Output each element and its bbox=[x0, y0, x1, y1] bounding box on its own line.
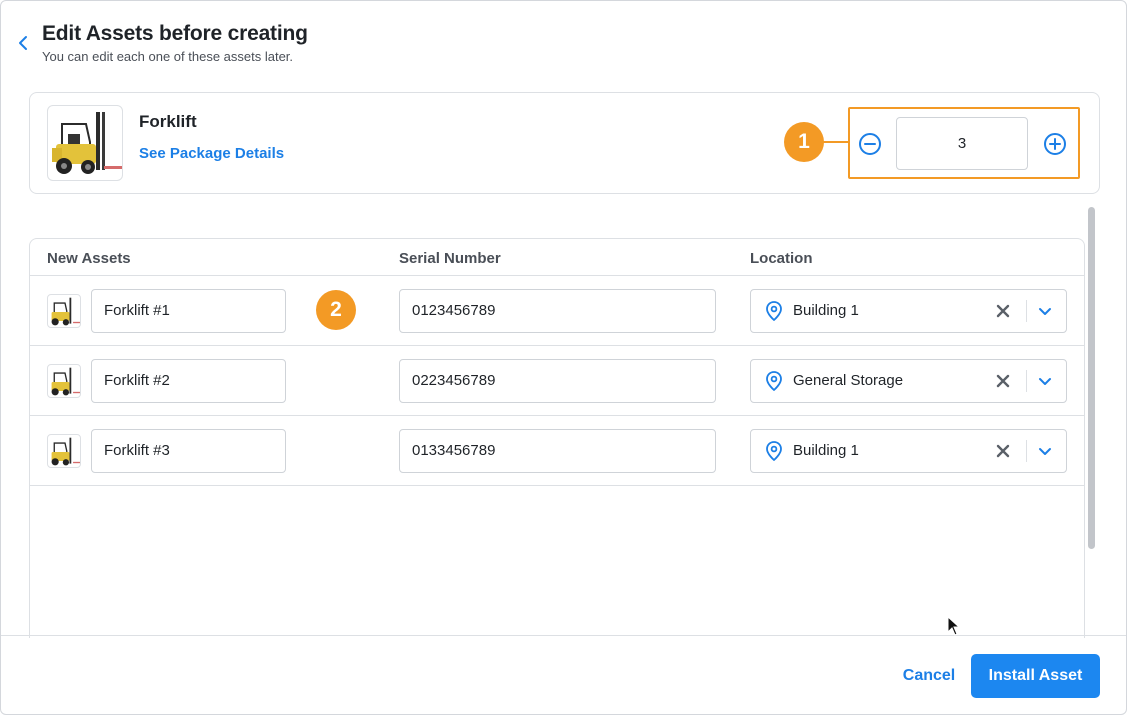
mouse-pointer-icon bbox=[947, 616, 961, 636]
column-header-serial-number: Serial Number bbox=[399, 250, 501, 267]
page-subtitle: You can edit each one of these assets la… bbox=[42, 49, 294, 64]
asset-thumbnail bbox=[47, 294, 81, 328]
product-name: Forklift bbox=[139, 112, 197, 131]
install-asset-button[interactable]: Install Asset bbox=[971, 654, 1100, 698]
divider bbox=[1026, 300, 1027, 322]
see-package-details-link[interactable]: See Package Details bbox=[139, 145, 284, 162]
serial-number-input[interactable]: 0123456789 bbox=[399, 289, 716, 333]
plus-circle-icon bbox=[1044, 133, 1066, 155]
map-pin-icon bbox=[766, 371, 782, 391]
map-pin-icon bbox=[766, 301, 782, 321]
callout-badge-1: 1 bbox=[784, 122, 824, 162]
asset-thumbnail bbox=[47, 364, 81, 398]
column-header-location: Location bbox=[750, 250, 813, 267]
edit-assets-dialog: Edit Assets before creating You can edit… bbox=[0, 0, 1127, 715]
decrease-quantity-button[interactable] bbox=[858, 132, 882, 156]
asset-name-input[interactable]: Forklift #1 bbox=[91, 289, 286, 333]
quantity-input[interactable]: 3 bbox=[896, 117, 1028, 170]
scrollbar[interactable] bbox=[1086, 205, 1098, 625]
chevron-down-icon[interactable] bbox=[1037, 443, 1053, 459]
location-value: General Storage bbox=[793, 372, 904, 389]
column-header-new-assets: New Assets bbox=[47, 250, 131, 267]
table-row: Forklift #2 0223456789 General Storage bbox=[30, 346, 1084, 416]
table-row: Forklift #1 0123456789 Building 1 bbox=[30, 276, 1084, 346]
divider bbox=[1026, 440, 1027, 462]
divider bbox=[1026, 370, 1027, 392]
map-pin-icon bbox=[766, 441, 782, 461]
location-select[interactable]: General Storage bbox=[750, 359, 1067, 403]
chevron-left-icon bbox=[19, 36, 27, 50]
close-icon[interactable] bbox=[995, 443, 1011, 459]
close-icon[interactable] bbox=[995, 303, 1011, 319]
callout-connector bbox=[823, 141, 849, 143]
asset-name-input[interactable]: Forklift #3 bbox=[91, 429, 286, 473]
asset-name-input[interactable]: Forklift #2 bbox=[91, 359, 286, 403]
callout-badge-2: 2 bbox=[316, 290, 356, 330]
location-value: Building 1 bbox=[793, 442, 859, 459]
location-select[interactable]: Building 1 bbox=[750, 289, 1067, 333]
product-card: Forklift See Package Details 3 bbox=[29, 92, 1100, 194]
back-button[interactable] bbox=[13, 33, 33, 53]
increase-quantity-button[interactable] bbox=[1043, 132, 1067, 156]
location-value: Building 1 bbox=[793, 302, 859, 319]
location-select[interactable]: Building 1 bbox=[750, 429, 1067, 473]
assets-table: New Assets Serial Number Location Forkli… bbox=[29, 238, 1085, 638]
table-row: Forklift #3 0133456789 Building 1 bbox=[30, 416, 1084, 486]
serial-number-input[interactable]: 0133456789 bbox=[399, 429, 716, 473]
close-icon[interactable] bbox=[995, 373, 1011, 389]
forklift-illustration bbox=[52, 112, 122, 174]
minus-circle-icon bbox=[859, 133, 881, 155]
serial-number-input[interactable]: 0223456789 bbox=[399, 359, 716, 403]
cancel-button[interactable]: Cancel bbox=[894, 663, 964, 689]
asset-thumbnail bbox=[47, 434, 81, 468]
forklift-image bbox=[47, 105, 123, 181]
chevron-down-icon[interactable] bbox=[1037, 373, 1053, 389]
chevron-down-icon[interactable] bbox=[1037, 303, 1053, 319]
scrollbar-thumb[interactable] bbox=[1088, 207, 1095, 549]
page-title: Edit Assets before creating bbox=[42, 22, 308, 45]
